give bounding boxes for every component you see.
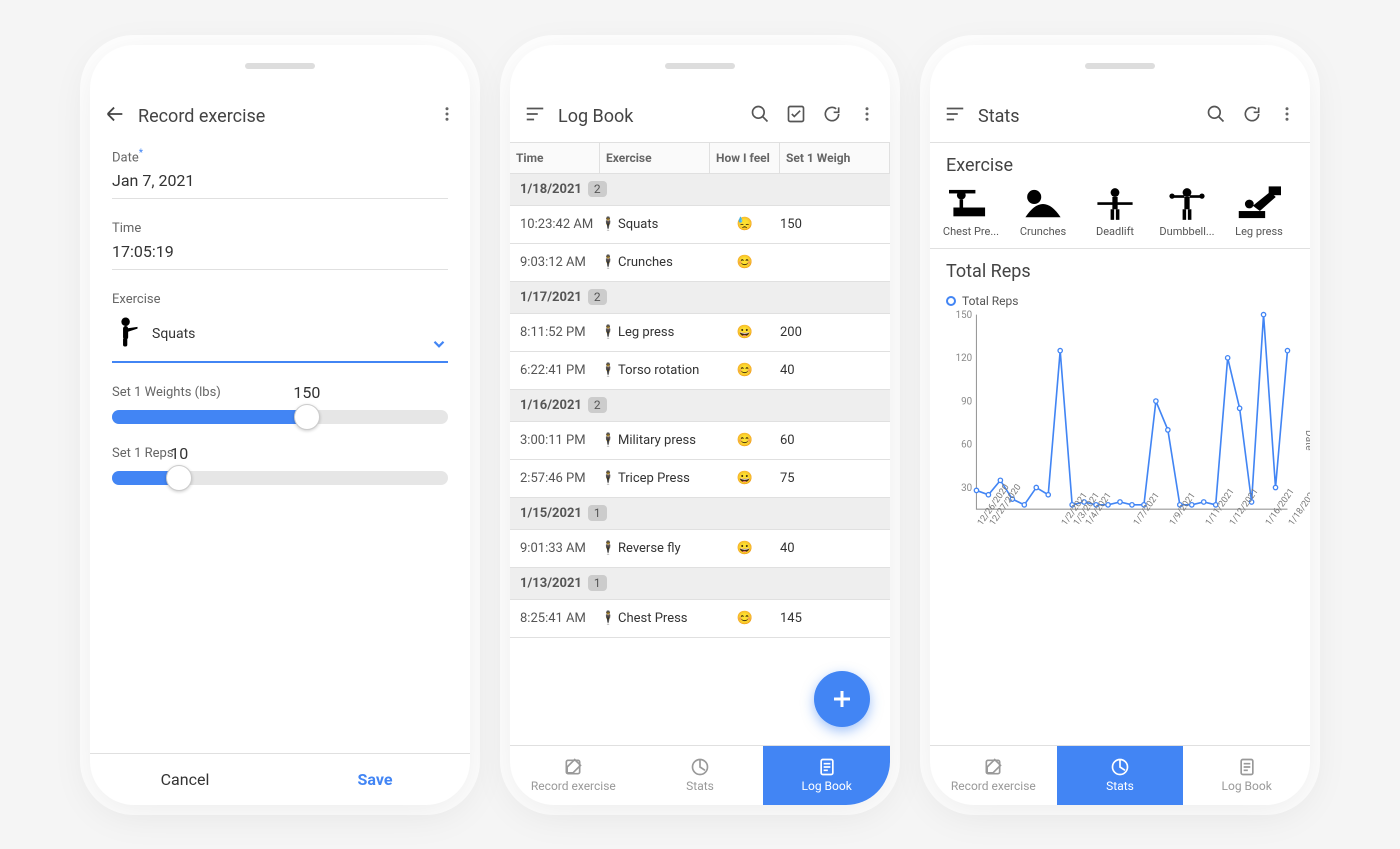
search-icon[interactable] (1206, 104, 1226, 129)
menu-icon[interactable] (524, 103, 546, 130)
chart-xlabel: Date (1303, 430, 1310, 451)
save-button[interactable]: Save (280, 754, 470, 805)
menu-icon[interactable] (944, 103, 966, 130)
tab-record[interactable]: Record exercise (510, 746, 637, 805)
more-icon[interactable] (858, 105, 876, 128)
exercise-header: Exercise (930, 142, 1310, 182)
more-icon[interactable] (1278, 105, 1296, 128)
add-button[interactable] (814, 671, 870, 727)
page-title: Log Book (558, 106, 750, 127)
page-title: Stats (978, 106, 1206, 127)
topbar: Stats (930, 91, 1310, 142)
tab-stats[interactable]: Stats (1057, 746, 1184, 805)
tab-logbook[interactable]: Log Book (1183, 746, 1310, 805)
date-field[interactable]: Date* Jan 7, 2021 (112, 148, 448, 199)
form-buttons: Cancel Save (90, 753, 470, 805)
tabbar: Record exercise Stats Log Book (930, 745, 1310, 805)
chart-legend: Total Reps (946, 288, 1294, 308)
table-row[interactable]: 3:00:11 PM 🕴Military press 😊 60 (510, 422, 890, 460)
chevron-down-icon (430, 335, 448, 357)
tab-stats[interactable]: Stats (637, 746, 764, 805)
table-row[interactable]: 8:11:52 PM 🕴Leg press 😀 200 (510, 314, 890, 352)
time-field[interactable]: Time 17:05:19 (112, 221, 448, 270)
phone-stats: Stats Exercise Chest Pre...CrunchesDeadl… (930, 45, 1310, 805)
svg-text:30: 30 (961, 482, 972, 493)
svg-text:60: 60 (961, 439, 972, 450)
tab-logbook[interactable]: Log Book (763, 746, 890, 805)
table-header: Time Exercise How I feel Set 1 Weigh (510, 142, 890, 174)
table-row[interactable]: 8:25:41 AM 🕴Chest Press 😊 145 (510, 600, 890, 638)
page-title: Record exercise (138, 106, 438, 127)
refresh-icon[interactable] (822, 104, 842, 129)
exercise-scroller[interactable]: Chest Pre...CrunchesDeadliftDumbbell...L… (930, 182, 1310, 249)
more-icon[interactable] (438, 105, 456, 128)
exercise-chip[interactable]: Chest Pre... (940, 186, 1002, 238)
reps-slider[interactable]: Set 1 Reps 10 (112, 446, 448, 485)
table-row[interactable]: 9:03:12 AM 🕴Crunches 😊 (510, 244, 890, 282)
tabbar: Record exercise Stats Log Book (510, 745, 890, 805)
exercise-chip[interactable]: Leg press (1228, 186, 1290, 238)
topbar: Record exercise (90, 91, 470, 142)
group-header[interactable]: 1/13/20211 (510, 568, 890, 600)
checkbox-icon[interactable] (786, 104, 806, 129)
weights-slider[interactable]: Set 1 Weights (lbs) 150 (112, 385, 448, 424)
topbar: Log Book (510, 91, 890, 142)
table-row[interactable]: 2:57:46 PM 🕴Tricep Press 😀 75 (510, 460, 890, 498)
chart-area: Total Reps 306090120150 Date 12/26/20201… (930, 288, 1310, 572)
chart-title: Total Reps (930, 249, 1310, 288)
group-header[interactable]: 1/17/20212 (510, 282, 890, 314)
tab-record[interactable]: Record exercise (930, 746, 1057, 805)
back-icon[interactable] (104, 103, 126, 130)
table-body[interactable]: 1/18/20212 10:23:42 AM 🕴Squats 😓 150 9:0… (510, 174, 890, 745)
table-row[interactable]: 6:22:41 PM 🕴Torso rotation 😊 40 (510, 352, 890, 390)
phone-record-exercise: Record exercise Date* Jan 7, 2021 Time 1… (90, 45, 470, 805)
table-row[interactable]: 10:23:42 AM 🕴Squats 😓 150 (510, 206, 890, 244)
svg-text:150: 150 (956, 309, 972, 320)
group-header[interactable]: 1/16/20212 (510, 390, 890, 422)
group-header[interactable]: 1/18/20212 (510, 174, 890, 206)
exercise-chip[interactable]: Crunches (1012, 186, 1074, 238)
squat-icon (112, 315, 146, 353)
svg-text:120: 120 (956, 353, 972, 364)
exercise-field[interactable]: Exercise Squats (112, 292, 448, 363)
exercise-chip[interactable]: Deadlift (1084, 186, 1146, 238)
search-icon[interactable] (750, 104, 770, 129)
phone-logbook: Log Book Time Exercise How I feel Set 1 … (510, 45, 890, 805)
cancel-button[interactable]: Cancel (90, 754, 280, 805)
group-header[interactable]: 1/15/20211 (510, 498, 890, 530)
table-row[interactable]: 9:01:33 AM 🕴Reverse fly 😀 40 (510, 530, 890, 568)
svg-text:90: 90 (961, 396, 972, 407)
exercise-chip[interactable]: Dumbbell... (1156, 186, 1218, 238)
refresh-icon[interactable] (1242, 104, 1262, 129)
